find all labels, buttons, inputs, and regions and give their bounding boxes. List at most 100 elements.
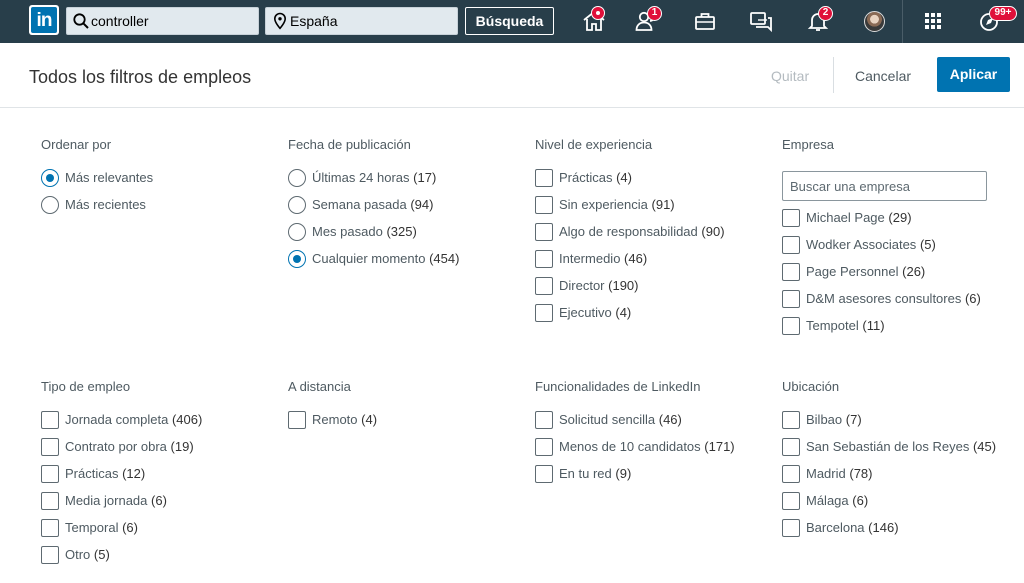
option-count: (146) xyxy=(868,520,899,535)
option-count: (91) xyxy=(651,197,675,212)
checkbox[interactable] xyxy=(782,290,800,308)
option-count: (4) xyxy=(616,170,632,185)
option-count: (94) xyxy=(410,197,434,212)
checkbox[interactable] xyxy=(535,223,553,241)
filter-group-company: Empresa Michael Page (29) Wodker Associa… xyxy=(782,137,1022,335)
option-count: (46) xyxy=(658,412,682,427)
clear-filters-button[interactable]: Quitar xyxy=(771,68,809,84)
option-count: (29) xyxy=(888,210,912,225)
checkbox[interactable] xyxy=(41,438,59,456)
checkbox[interactable] xyxy=(41,492,59,510)
option-label: Media jornada xyxy=(65,493,148,508)
option-label: Menos de 10 candidatos xyxy=(559,439,701,454)
radio-button[interactable] xyxy=(41,196,59,214)
option-count: (5) xyxy=(919,237,936,252)
option-label: San Sebastián de los Reyes xyxy=(806,439,970,454)
header-separator xyxy=(833,57,834,93)
option-count: (325) xyxy=(386,224,417,239)
checkbox[interactable] xyxy=(535,304,553,322)
nav-divider xyxy=(902,0,903,43)
company-search-input[interactable] xyxy=(782,171,987,201)
checkbox[interactable] xyxy=(535,250,553,268)
checkbox[interactable] xyxy=(535,277,553,295)
option-label: Prácticas xyxy=(65,466,119,481)
keyword-search-input[interactable] xyxy=(91,8,254,34)
option-count: (45) xyxy=(972,439,997,454)
option-count: (190) xyxy=(608,278,639,293)
checkbox[interactable] xyxy=(782,519,800,537)
filter-group-job-type: Tipo de empleo Jornada completa (406) Co… xyxy=(41,379,281,564)
location-search-field[interactable] xyxy=(265,7,458,35)
checkbox[interactable] xyxy=(782,263,800,281)
option-label: Algo de responsabilidad xyxy=(559,224,698,239)
radio-button[interactable] xyxy=(288,169,306,187)
option-label: Barcelona xyxy=(806,520,865,535)
checkbox[interactable] xyxy=(782,465,800,483)
filter-group-experience: Nivel de experiencia Prácticas (4) Sin e… xyxy=(535,137,775,322)
checkbox[interactable] xyxy=(782,438,800,456)
top-nav-bar: in Búsqueda 1 xyxy=(0,0,1024,43)
option-label: Prácticas xyxy=(559,170,613,185)
checkbox[interactable] xyxy=(782,411,800,429)
filter-group-remote: A distancia Remoto (4) xyxy=(288,379,528,429)
filter-group-location: Ubicación Bilbao (7) San Sebastián de lo… xyxy=(782,379,1022,537)
checkbox[interactable] xyxy=(535,411,553,429)
filter-group-sort: Ordenar por Más relevantes Más recientes xyxy=(41,137,281,214)
option-count: (19) xyxy=(170,439,194,454)
cancel-button[interactable]: Cancelar xyxy=(855,68,911,84)
home-notification-dot xyxy=(591,6,605,20)
radio-button[interactable] xyxy=(288,196,306,214)
apps-grid-icon[interactable] xyxy=(920,9,946,33)
jobs-briefcase-icon[interactable] xyxy=(692,9,718,33)
checkbox[interactable] xyxy=(41,546,59,564)
network-badge: 1 xyxy=(647,6,662,21)
option-label: Otro xyxy=(65,547,91,562)
radio-button[interactable] xyxy=(288,223,306,241)
checkbox[interactable] xyxy=(535,196,553,214)
option-count: (26) xyxy=(902,264,926,279)
messaging-icon[interactable] xyxy=(748,9,774,33)
filter-group-title: Fecha de publicación xyxy=(288,137,411,152)
option-label: Michael Page xyxy=(806,210,885,225)
filter-group-linkedin-features: Funcionalidades de LinkedIn Solicitud se… xyxy=(535,379,775,483)
filter-group-title: Nivel de experiencia xyxy=(535,137,653,152)
filter-group-title: Ordenar por xyxy=(41,137,112,152)
checkbox[interactable] xyxy=(782,209,800,227)
linkedin-logo[interactable]: in xyxy=(29,5,59,35)
radio-button-selected[interactable] xyxy=(41,169,59,187)
checkbox[interactable] xyxy=(535,465,553,483)
option-count: (7) xyxy=(845,412,862,427)
radio-button-selected[interactable] xyxy=(288,250,306,268)
option-count: (78) xyxy=(849,466,873,481)
checkbox[interactable] xyxy=(535,169,553,187)
option-count: (12) xyxy=(122,466,146,481)
option-label: Cualquier momento xyxy=(312,251,426,266)
linkedin-logo-text: in xyxy=(31,7,57,33)
checkbox[interactable] xyxy=(41,465,59,483)
checkbox[interactable] xyxy=(782,492,800,510)
checkbox[interactable] xyxy=(535,438,553,456)
option-label: Semana pasada xyxy=(312,197,407,212)
checkbox[interactable] xyxy=(41,411,59,429)
notifications-badge: 2 xyxy=(818,6,833,21)
checkbox[interactable] xyxy=(288,411,306,429)
page-title: Todos los filtros de empleos xyxy=(29,67,252,87)
option-label: Director xyxy=(559,278,605,293)
option-label: Wodker Associates xyxy=(806,237,917,252)
option-count: (6) xyxy=(852,493,869,508)
option-label: Ejecutivo xyxy=(559,305,612,320)
checkbox[interactable] xyxy=(41,519,59,537)
checkbox[interactable] xyxy=(782,317,800,335)
option-count: (6) xyxy=(122,520,138,535)
option-label: Mes pasado xyxy=(312,224,383,239)
keyword-search-field[interactable] xyxy=(66,7,259,35)
checkbox[interactable] xyxy=(782,236,800,254)
option-count: (6) xyxy=(151,493,167,508)
option-label: En tu red xyxy=(559,466,612,481)
search-button[interactable]: Búsqueda xyxy=(465,7,554,35)
profile-avatar[interactable] xyxy=(864,11,885,32)
apply-button[interactable]: Aplicar xyxy=(937,57,1010,92)
work-badge: 99+ xyxy=(989,6,1017,21)
location-search-input[interactable] xyxy=(290,8,453,34)
option-count: (11) xyxy=(862,318,885,333)
